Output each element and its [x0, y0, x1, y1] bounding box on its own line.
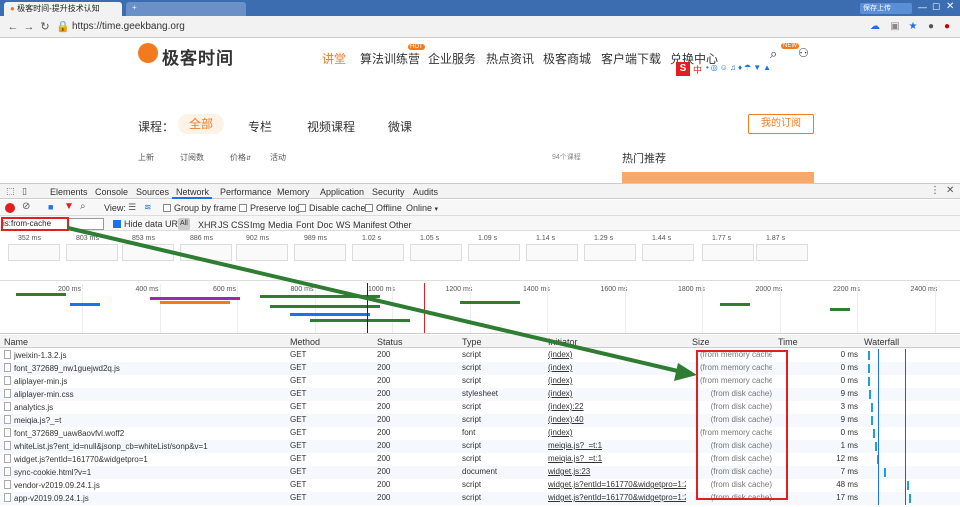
- annotation-arrow: [67, 226, 697, 381]
- arrow-head-icon: [674, 363, 697, 381]
- arrow-shaft: [67, 226, 683, 374]
